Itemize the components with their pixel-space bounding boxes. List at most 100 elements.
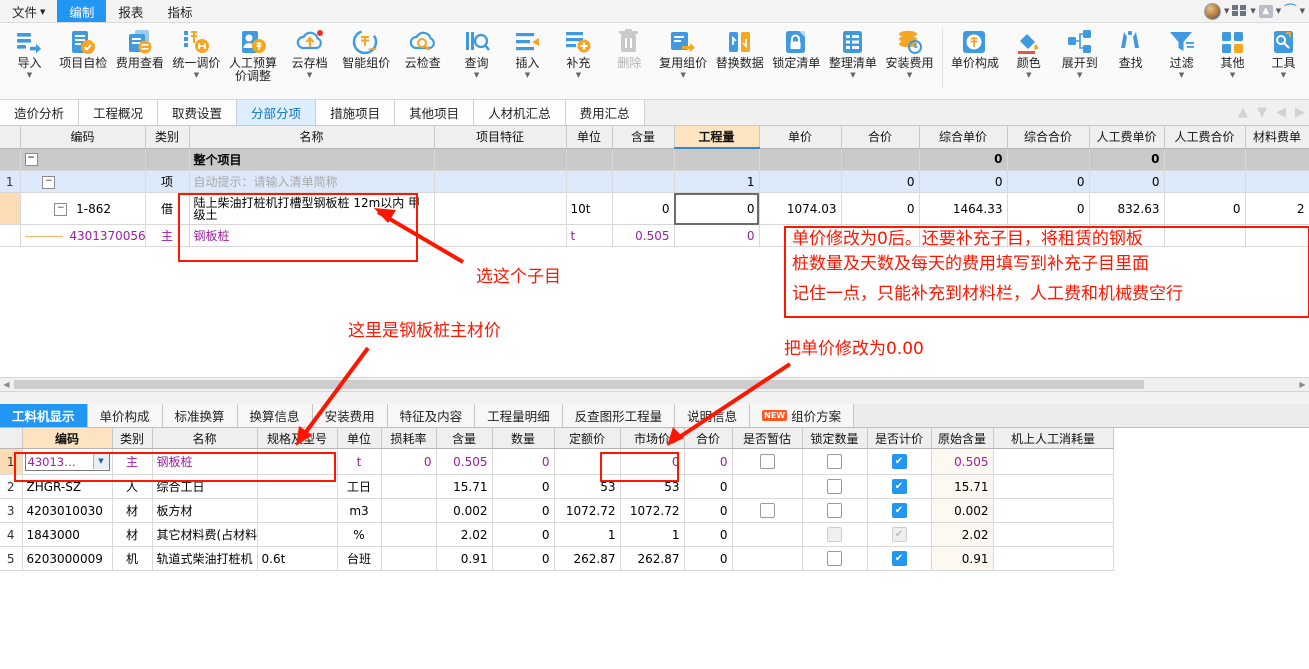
cell-market-price[interactable]: 53 <box>620 474 685 499</box>
cell-qty[interactable]: 0 <box>492 448 555 475</box>
cell-spec[interactable] <box>257 448 338 475</box>
cell-quota-price[interactable]: 53 <box>554 474 621 499</box>
col-header-content[interactable]: 含量 <box>612 126 675 149</box>
chevron-down-icon[interactable]: ▼ <box>474 71 479 79</box>
cell-total[interactable]: 0 <box>684 448 733 475</box>
tab-quantity-detail[interactable]: 工程量明细 <box>475 404 563 427</box>
cell-name[interactable]: 其它材料费(占材料费) <box>152 522 258 547</box>
col-header-category[interactable]: 类别 <box>145 126 190 149</box>
cell-labor-unit-price[interactable]: 0 <box>1089 170 1165 193</box>
col-header-unit[interactable]: 单位 <box>566 126 613 149</box>
col-header-total[interactable]: 合价 <box>684 428 733 449</box>
ribbon-button-find[interactable]: 查找 <box>1105 23 1156 70</box>
cell-labor-total-price[interactable]: 0 <box>1164 192 1246 225</box>
lock-qty-checkbox[interactable] <box>827 454 842 469</box>
is-priced-checkbox[interactable]: ✔ <box>891 503 907 518</box>
lock-qty-checkbox[interactable] <box>827 479 842 494</box>
cell-feature[interactable] <box>434 192 567 225</box>
cell-total-price[interactable]: 0 <box>841 170 920 193</box>
table-row[interactable]: − 1-862 借 陆上柴油打桩机打槽型钢板桩 12m以内 甲级土 10t 0 … <box>0 192 1309 225</box>
ribbon-button-import[interactable]: 导入 ▼ <box>4 23 55 79</box>
cell-loss-rate[interactable] <box>381 522 437 547</box>
cell-lock-qty[interactable] <box>802 546 868 571</box>
cell-total[interactable]: 0 <box>684 522 733 547</box>
cell-feature[interactable] <box>434 224 567 247</box>
is-priced-checkbox[interactable]: ✔ <box>891 479 907 494</box>
cell-name[interactable]: 综合工日 <box>152 474 258 499</box>
arrow-left-icon[interactable]: ◀ <box>1276 105 1286 120</box>
cell-material-unit-price[interactable] <box>1245 224 1309 247</box>
tree-expander-icon[interactable]: − <box>24 153 38 167</box>
ribbon-button-delete[interactable]: 删除 <box>604 23 655 70</box>
ribbon-button-reuse-price[interactable]: 复用组价 ▼ <box>655 23 712 79</box>
tab-description-info[interactable]: 说明信息 <box>675 404 751 427</box>
cell-comp-unit-price[interactable]: 0 <box>919 170 1008 193</box>
cell-is-estimated[interactable] <box>732 522 803 547</box>
cell-unit[interactable]: t <box>337 448 382 475</box>
chevron-down-icon[interactable]: ▼ <box>907 71 912 79</box>
tab-feature-content[interactable]: 特征及内容 <box>387 404 476 427</box>
panel-splitter[interactable] <box>0 392 1309 404</box>
tab-standard-conversion[interactable]: 标准换算 <box>162 404 238 427</box>
chevron-down-icon[interactable]: ▼ <box>1276 7 1281 15</box>
is-estimated-checkbox[interactable] <box>759 503 775 518</box>
cell-orig-content[interactable]: 2.02 <box>931 522 994 547</box>
col-header-is-estimated[interactable]: 是否暂估 <box>732 428 803 449</box>
cell-total-price[interactable] <box>841 148 920 171</box>
cell-feature[interactable] <box>434 170 567 193</box>
chevron-down-icon[interactable]: ▼ <box>92 454 109 469</box>
ribbon-button-cloud-archive[interactable]: 云存档 ▼ <box>281 23 338 79</box>
tab-material-machine-display[interactable]: 工料机显示 <box>0 404 88 427</box>
table-row[interactable]: 1 − 项 自动提示：请输入清单简称 1 0 0 0 0 <box>0 170 1309 193</box>
tab-price-composition[interactable]: 单价构成 <box>87 404 163 427</box>
is-estimated-checkbox[interactable] <box>759 454 775 469</box>
col-header-comp-total-price[interactable]: 综合合价 <box>1007 126 1090 149</box>
tab-subdivision-items[interactable]: 分部分项 <box>237 100 317 125</box>
cell-labor-consumption[interactable] <box>993 498 1114 523</box>
cell-material-unit-price[interactable]: 2 <box>1245 192 1309 225</box>
cell-unit[interactable] <box>566 148 613 171</box>
menu-item-file[interactable]: 文件 ▼ <box>0 0 57 22</box>
menu-item-report[interactable]: 报表 <box>106 0 155 22</box>
cell-lock-qty[interactable] <box>802 448 868 475</box>
chevron-down-icon[interactable]: ▼ <box>680 71 685 79</box>
ribbon-button-other[interactable]: 其他 ▼ <box>1207 23 1258 79</box>
col-header-category[interactable]: 类别 <box>112 428 153 449</box>
cell-code[interactable]: ZHGR-SZ <box>22 474 113 499</box>
cell-quantity[interactable]: 1 <box>674 170 760 193</box>
chevron-down-icon[interactable]: ▼ <box>1077 71 1082 79</box>
tab-other-items[interactable]: 其他项目 <box>395 100 475 125</box>
chevron-down-icon[interactable]: ▼ <box>1224 7 1229 15</box>
cell-name[interactable]: 钢板桩 <box>189 224 435 247</box>
ribbon-button-cloud-check[interactable]: 云检查 <box>395 23 452 70</box>
tab-cost-analysis[interactable]: 造价分析 <box>0 100 80 125</box>
ribbon-button-expand-to[interactable]: 展开到 ▼ <box>1054 23 1105 79</box>
cell-total[interactable]: 0 <box>684 498 733 523</box>
cell-loss-rate[interactable] <box>381 546 437 571</box>
cell-code[interactable]: 43013… ▼ <box>22 448 113 475</box>
tab-measure-items[interactable]: 措施项目 <box>316 100 396 125</box>
cell-unit-price[interactable] <box>759 170 842 193</box>
chevron-down-icon[interactable]: ▼ <box>1230 71 1235 79</box>
cell-qty[interactable]: 0 <box>492 474 555 499</box>
ribbon-button-smart-price[interactable]: 智能组价 <box>338 23 395 70</box>
cell-code[interactable]: − <box>20 148 146 171</box>
cell-unit[interactable]: % <box>337 522 382 547</box>
cell-name[interactable]: 陆上柴油打桩机打槽型钢板桩 12m以内 甲级土 <box>189 192 435 225</box>
cell-qty[interactable]: 0 <box>492 546 555 571</box>
cell-content[interactable]: 0.505 <box>612 224 675 247</box>
cell-total[interactable]: 0 <box>684 474 733 499</box>
cell-quantity[interactable]: 0 <box>674 192 760 225</box>
cell-name[interactable]: 钢板桩 <box>152 448 258 475</box>
headset-icon[interactable]: ⏜ <box>1284 4 1297 19</box>
lock-qty-checkbox[interactable] <box>827 551 842 566</box>
cell-content[interactable]: 0.002 <box>436 498 493 523</box>
code-combobox[interactable]: 43013… ▼ <box>24 452 110 471</box>
arrow-down-icon[interactable]: ▼ <box>1257 105 1267 120</box>
col-header-labor-total-price[interactable]: 人工费合价 <box>1164 126 1246 149</box>
cell-orig-content[interactable]: 0.91 <box>931 546 994 571</box>
cell-quota-price[interactable]: 1 <box>554 522 621 547</box>
is-priced-checkbox[interactable]: ✔ <box>891 454 907 469</box>
chevron-down-icon[interactable]: ▼ <box>1026 71 1031 79</box>
table-row[interactable]: 4 1843000 材 其它材料费(占材料费) % 2.02 0 1 1 0 ✔… <box>0 522 1114 547</box>
